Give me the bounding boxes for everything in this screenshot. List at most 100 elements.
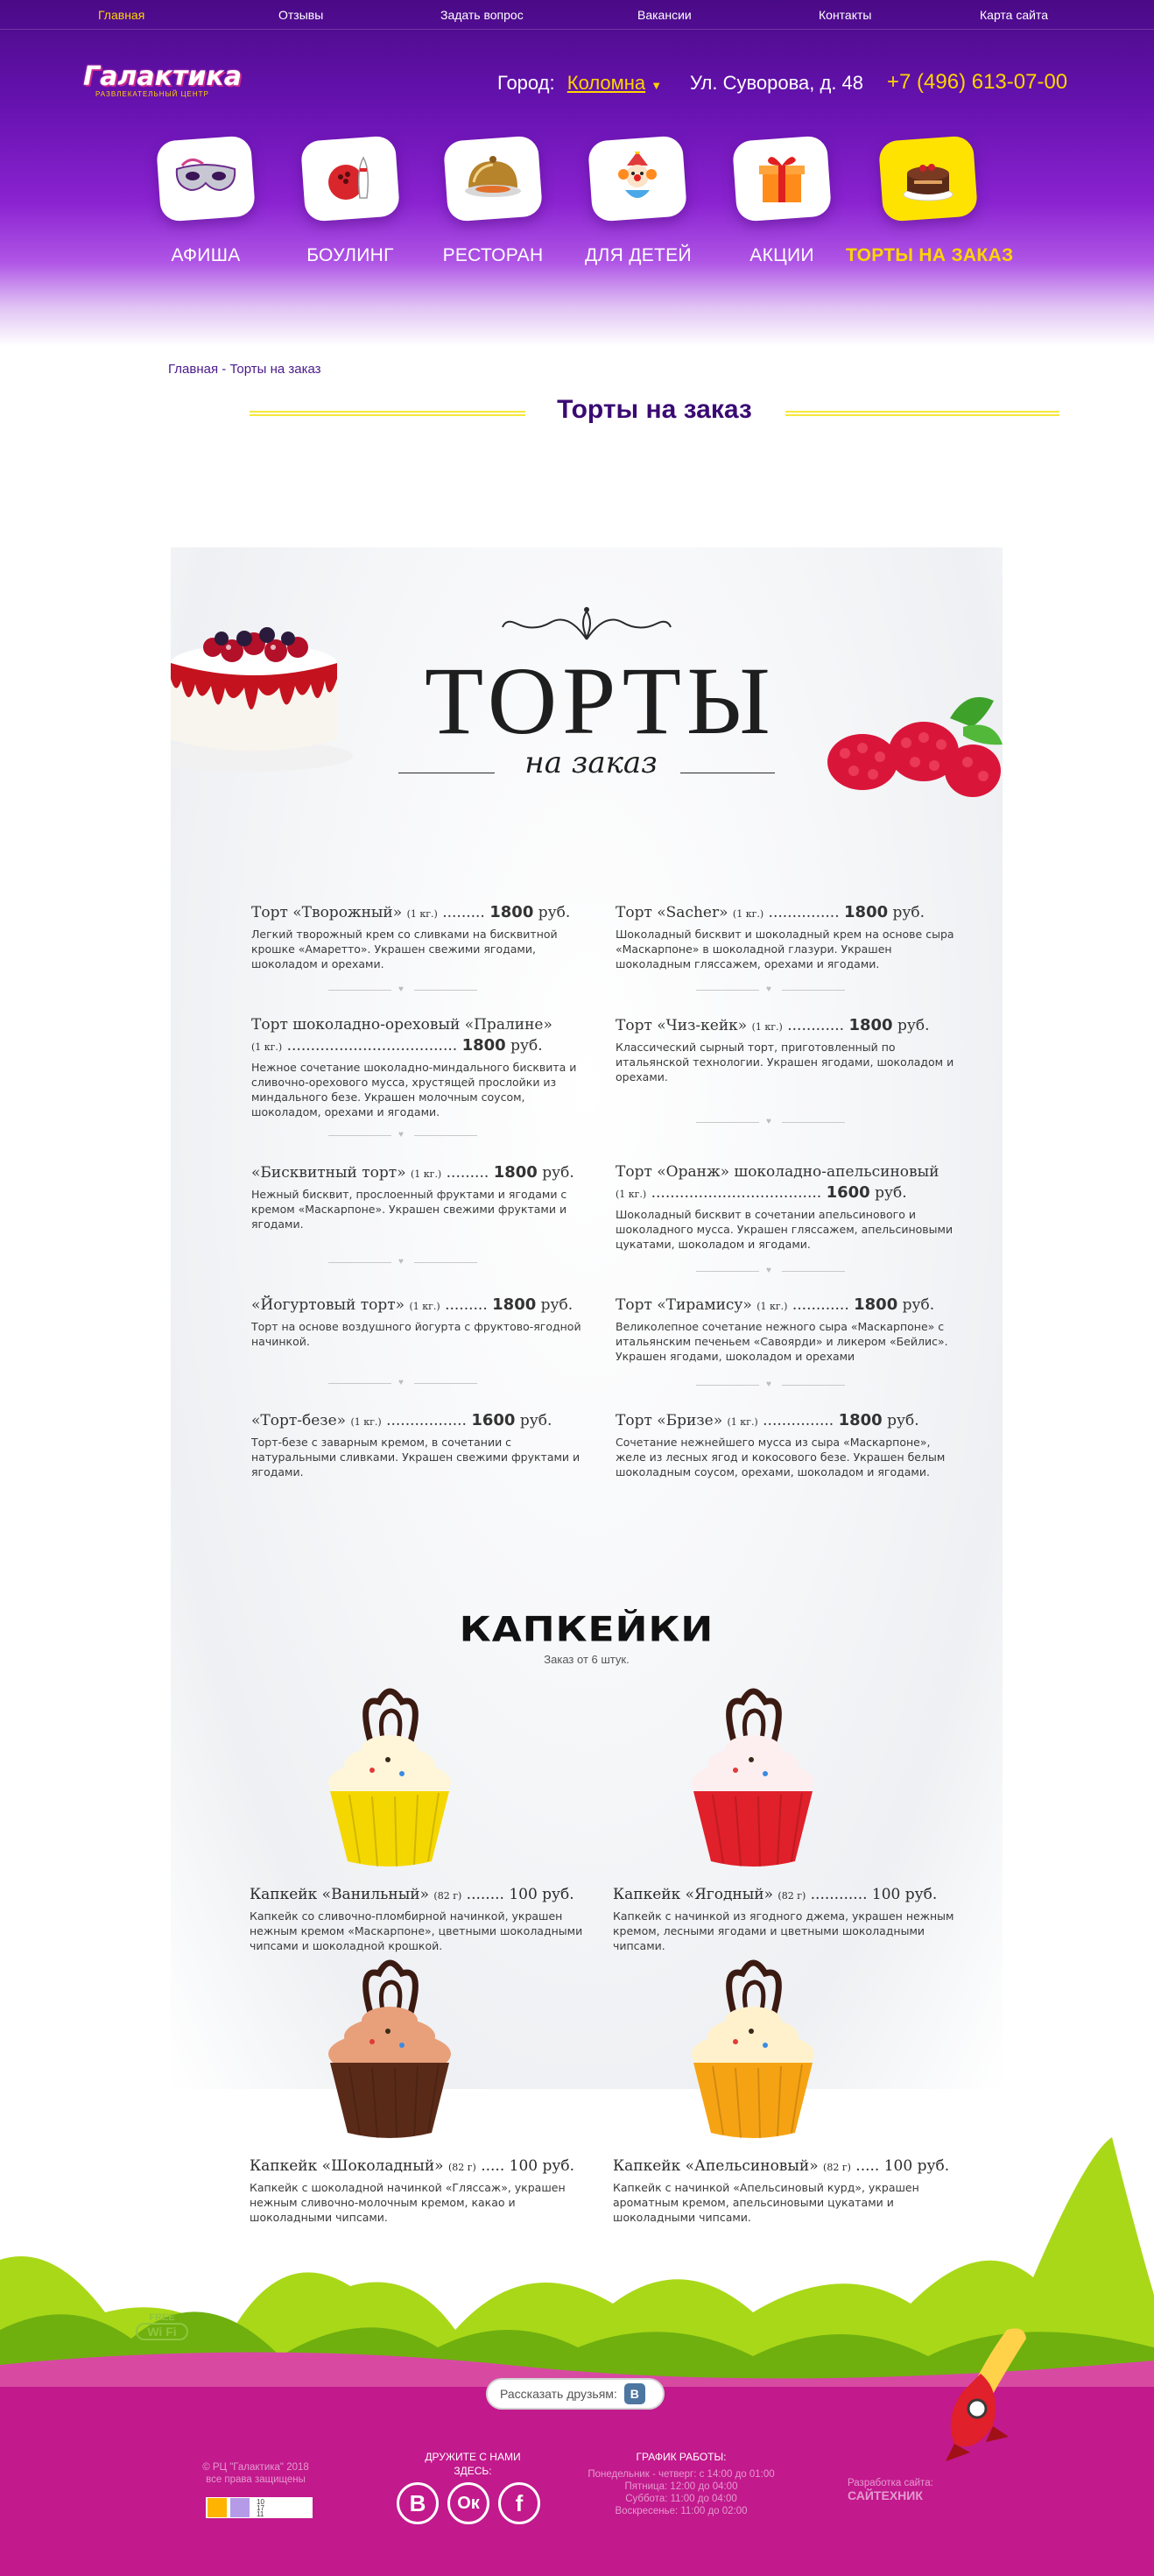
cupcake-description: Капкейк с начинкой из ягодного джема, ук… xyxy=(613,1909,954,1952)
drip-cake-image xyxy=(171,627,353,772)
menu-item: Торт «Оранж» шоколадно-апельсиновый (1 кг… xyxy=(616,1162,961,1252)
share-button[interactable]: Рассказать друзьям: В xyxy=(486,2378,665,2410)
item-divider: ♥ xyxy=(328,1378,477,1388)
visit-counter: 10 17 11 xyxy=(257,2497,264,2518)
wifi-free-label: FREE xyxy=(149,2312,175,2323)
topnav-vacancies-link[interactable]: Вакансии xyxy=(637,8,692,22)
menu-item-description: Торт на основе воздушного йогурта с фрук… xyxy=(251,1320,581,1348)
phone-number[interactable]: +7 (496) 613-07-00 xyxy=(887,70,1067,95)
cupcake-weight: (82 г) xyxy=(778,1890,806,1902)
odnoklassniki-social-icon[interactable]: Ок xyxy=(447,2482,489,2524)
cupcake-weight: (82 г) xyxy=(433,1890,462,1902)
item-divider: ♥ xyxy=(328,985,477,995)
bowling-icon xyxy=(299,135,401,222)
cupcake-description: Капкейк со сливочно-пломбирной начинкой,… xyxy=(250,1909,583,1952)
facebook-social-icon[interactable]: f xyxy=(498,2482,540,2524)
topnav-ask-question-link[interactable]: Задать вопрос xyxy=(440,8,524,22)
cupcake-name: Капкейк «Ванильный» xyxy=(250,1886,430,1903)
item-divider: ♥ xyxy=(696,1117,845,1127)
cake-icon xyxy=(877,135,979,222)
raspberries-image xyxy=(827,696,1003,797)
logo-tagline: РАЗВЛЕКАТЕЛЬНЫЙ ЦЕНТР xyxy=(95,90,209,98)
menu-item: «Йогуртовый торт» (1 кг.) ......... 1800… xyxy=(251,1295,597,1349)
schedule-list: Понедельник - четверг: с 14:00 до 01:00 … xyxy=(588,2469,775,2516)
masquerade-mask-icon xyxy=(155,135,257,222)
menu-item-description: Шоколадный бисквит и шоколадный крем на … xyxy=(616,928,954,970)
cupcake-price: 100 руб. xyxy=(509,1886,574,1903)
city-selector[interactable]: Город: Коломна ▼ xyxy=(497,72,662,95)
vk-social-icon[interactable]: В xyxy=(397,2482,439,2524)
menu-item-description: Великолепное сочетание нежного сыра «Мас… xyxy=(616,1320,948,1363)
item-divider: ♥ xyxy=(696,985,845,995)
menu-item: Торт «Бризе» (1 кг.) ............... 180… xyxy=(616,1410,961,1479)
city-dropdown[interactable]: Коломна xyxy=(567,72,645,94)
menu-item: Торт «Чиз-кейк» (1 кг.) ............ 180… xyxy=(616,1015,961,1084)
developer-credit[interactable]: Разработка сайта: САЙТЕХНИК xyxy=(848,2477,961,2502)
hero-heading: ТОРТЫ на заказ xyxy=(425,647,776,780)
clown-icon xyxy=(587,135,688,222)
category-bowling[interactable]: БОУЛИНГ xyxy=(298,135,403,266)
topnav-home-link[interactable]: Главная xyxy=(98,8,144,22)
category-label: АФИША xyxy=(171,245,241,265)
vk-share-icon[interactable]: В xyxy=(623,2383,645,2404)
gift-box-icon xyxy=(731,135,833,222)
cupcake-dots: ............ xyxy=(806,1886,868,1903)
topnav-reviews-link[interactable]: Отзывы xyxy=(278,8,323,22)
liveinternet-counter-icon xyxy=(230,2498,250,2517)
menu-item: Торт шоколадно-ореховый «Пралине» (1 кг.)… xyxy=(251,1015,597,1119)
logo-wordmark: Галактика xyxy=(83,61,242,92)
category-afisha[interactable]: АФИША xyxy=(153,135,258,266)
category-label: АКЦИИ xyxy=(749,245,814,265)
menu-item-description: Нежный бисквит, прослоенный фруктами и я… xyxy=(251,1188,567,1231)
menu-item: Торт «Тирамису» (1 кг.) ............ 180… xyxy=(616,1295,961,1364)
wifi-label: Wi Fi xyxy=(136,2323,188,2340)
cupcake-price: 100 руб. xyxy=(871,1886,938,1903)
cloche-dish-icon xyxy=(442,135,544,222)
rambler-counter-icon xyxy=(208,2498,227,2517)
cupcake-image xyxy=(328,1959,451,2139)
menu-item-description: Легкий творожный крем со сливками на бис… xyxy=(251,928,558,970)
schedule-title: ГРАФИК РАБОТЫ: xyxy=(636,2451,727,2463)
category-kids[interactable]: ДЛЯ ДЕТЕЙ xyxy=(585,135,692,266)
menu-item-description: Классический сырный торт, приготовленный… xyxy=(616,1041,954,1083)
item-divider: ♥ xyxy=(328,1257,477,1267)
category-label: ТОРТЫ НА ЗАКАЗ xyxy=(846,245,1014,265)
ornament-flourish-icon xyxy=(502,607,672,640)
counter-widgets: 10 17 11 xyxy=(206,2497,313,2518)
site-logo[interactable]: Галактика РАЗВЛЕКАТЕЛЬНЫЙ ЦЕНТР xyxy=(83,61,242,105)
category-promotions[interactable]: АКЦИИ xyxy=(729,135,834,266)
wifi-badge: FREE Wi Fi xyxy=(136,2312,188,2340)
cupcake-image xyxy=(328,1688,451,1867)
category-restaurant[interactable]: РЕСТОРАН xyxy=(440,135,545,266)
category-cakes[interactable]: ТОРТЫ НА ЗАКАЗ xyxy=(846,135,1013,266)
breadcrumb-current: Торты на заказ xyxy=(229,362,321,377)
menu-item: «Торт-безе» (1 кг.) ................. 16… xyxy=(251,1410,597,1479)
item-divider: ♥ xyxy=(328,1130,477,1140)
item-divider: ♥ xyxy=(696,1380,845,1390)
cupcake-title: Капкейк «Ягодный» (82 г) ............ 10… xyxy=(613,1885,963,1906)
category-label: ДЛЯ ДЕТЕЙ xyxy=(585,245,692,265)
address-text: Ул. Суворова, д. 48 xyxy=(690,72,864,94)
breadcrumb-home-link[interactable]: Главная xyxy=(168,362,218,377)
cupcake-dots: ........ xyxy=(461,1886,504,1903)
city-label: Город: xyxy=(497,72,555,94)
share-label: Рассказать друзьям: xyxy=(500,2387,617,2401)
cupcake-name: Капкейк «Ягодный» xyxy=(613,1886,773,1903)
topnav-sitemap-link[interactable]: Карта сайта xyxy=(980,8,1048,22)
cupcake-card: Капкейк «Ягодный» (82 г) ............ 10… xyxy=(613,1686,963,1953)
cupcake-card: Капкейк «Ванильный» (82 г) ........ 100 … xyxy=(250,1686,600,1953)
cake-menu-sheet: ТОРТЫ на заказ Торт «Творожный» (1 кг.) … xyxy=(171,547,1003,2224)
chevron-down-icon[interactable]: ▼ xyxy=(651,79,662,92)
category-label: РЕСТОРАН xyxy=(442,245,544,265)
copyright: © РЦ "Галактика" 2018 все права защищены xyxy=(202,2462,309,2485)
breadcrumb: Главная - Торты на заказ xyxy=(168,362,321,377)
menu-item: «Бисквитный торт» (1 кг.) ......... 1800… xyxy=(251,1162,597,1232)
menu-item-description: Торт-безе с заварным кремом, в сочетании… xyxy=(251,1436,581,1479)
page-title-row: Торты на заказ xyxy=(250,392,1059,430)
menu-item-description: Сочетание нежнейшего мусса из сыра «Маск… xyxy=(616,1436,946,1479)
hero-title: ТОРТЫ xyxy=(425,647,776,754)
item-divider: ♥ xyxy=(696,1266,845,1276)
cupcake-image xyxy=(692,1959,814,2139)
menu-item: Торт «Творожный» (1 кг.) ......... 1800 … xyxy=(251,902,597,971)
topnav-contacts-link[interactable]: Контакты xyxy=(819,8,871,22)
